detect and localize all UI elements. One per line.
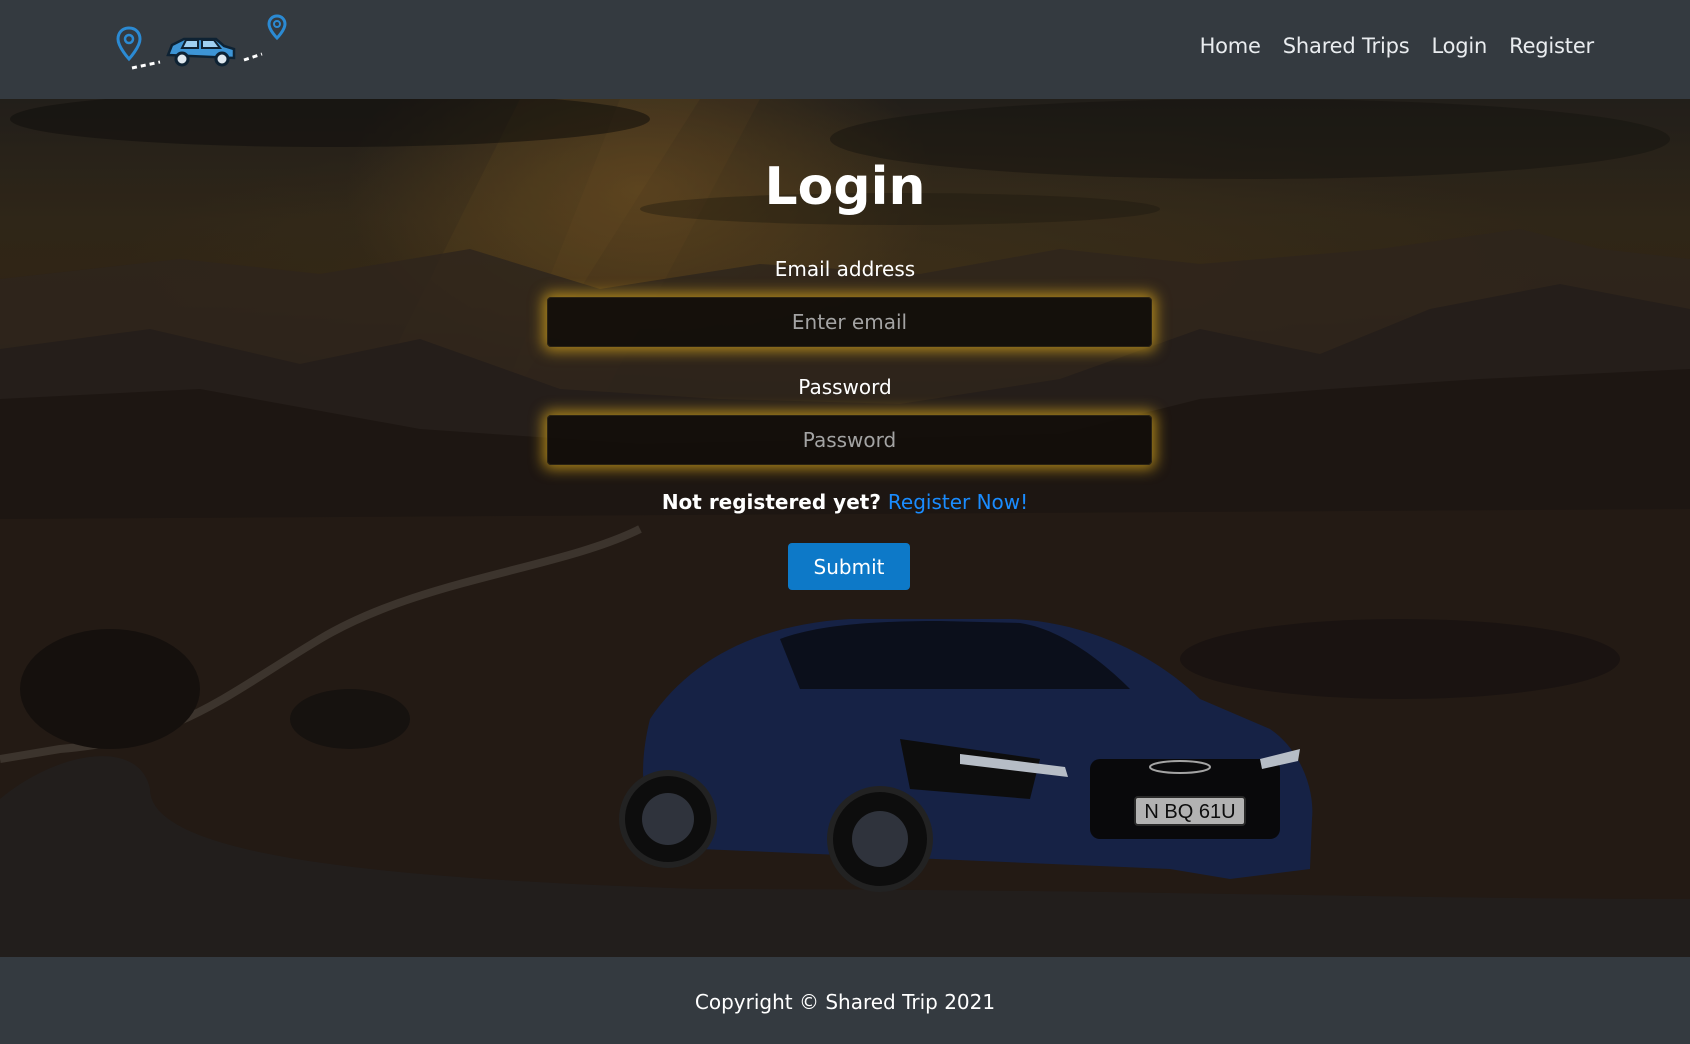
nav-home-link[interactable]: Home bbox=[1200, 34, 1261, 58]
hero-background: N BQ 61U Login Email address Password No… bbox=[0, 99, 1690, 957]
login-form: Login Email address Password Not registe… bbox=[0, 99, 1690, 957]
nav-register-link[interactable]: Register bbox=[1509, 34, 1594, 58]
nav-login-link[interactable]: Login bbox=[1431, 34, 1487, 58]
logo-icon[interactable] bbox=[112, 12, 292, 74]
submit-button[interactable]: Submit bbox=[788, 543, 910, 590]
nav-shared-trips-link[interactable]: Shared Trips bbox=[1283, 34, 1410, 58]
navbar: Home Shared Trips Login Register bbox=[0, 0, 1690, 99]
not-registered-text: Not registered yet? bbox=[661, 490, 881, 514]
nav-links: Home Shared Trips Login Register bbox=[1200, 34, 1595, 58]
register-prompt: Not registered yet? Register Now! bbox=[0, 490, 1690, 514]
register-now-link[interactable]: Register Now! bbox=[888, 490, 1028, 514]
email-label: Email address bbox=[774, 257, 916, 281]
copyright-text: Copyright © Shared Trip 2021 bbox=[694, 990, 996, 1014]
footer: Copyright © Shared Trip 2021 bbox=[0, 957, 1690, 1044]
password-field[interactable] bbox=[547, 415, 1152, 465]
page-title: Login bbox=[764, 157, 926, 217]
email-field[interactable] bbox=[547, 297, 1152, 347]
password-label: Password bbox=[798, 375, 892, 399]
